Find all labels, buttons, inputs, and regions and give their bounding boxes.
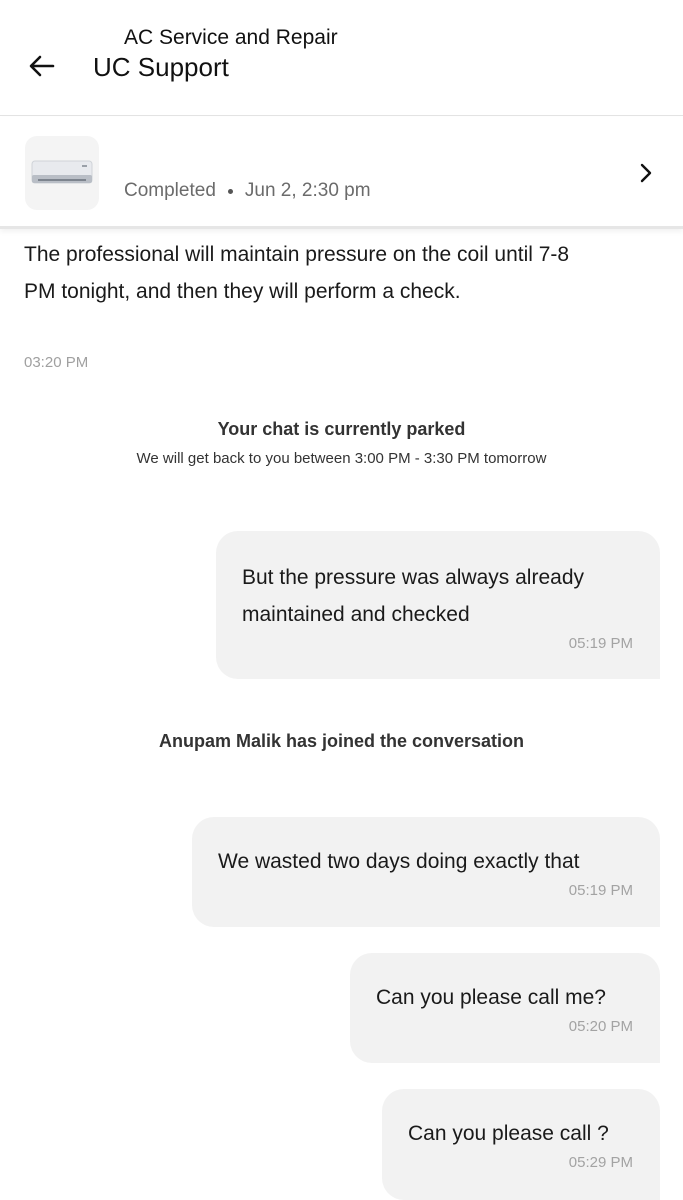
- user-message-bubble: Can you please call ? 05:29 PM: [382, 1089, 660, 1200]
- message-time: 05:20 PM: [568, 1018, 633, 1035]
- booking-card[interactable]: AC Service and Repair Completed Jun 2, 2…: [0, 26, 683, 229]
- user-message-bubble: We wasted two days doing exactly that 05…: [192, 817, 660, 927]
- back-button[interactable]: [26, 50, 58, 82]
- message-text: But the pressure was always already main…: [242, 566, 584, 626]
- parked-title: Your chat is currently parked: [217, 419, 466, 439]
- message-time: 05:19 PM: [568, 635, 633, 652]
- page-title: UC Support: [93, 52, 229, 82]
- message-time: 05:19 PM: [568, 882, 633, 899]
- booking-title: AC Service and Repair: [124, 26, 338, 49]
- message-time: 05:29 PM: [568, 1154, 633, 1171]
- message-text: We wasted two days doing exactly that: [218, 850, 580, 873]
- parked-notice: Your chat is currently parked We will ge…: [0, 416, 683, 470]
- air-conditioner-image: [25, 136, 99, 210]
- agent-message: The professional will maintain pressure …: [24, 243, 570, 303]
- message-text: Can you please call me?: [376, 986, 606, 1009]
- app-header: UC Support: [0, 0, 683, 116]
- chat-screen: UC Support AC Service and Repair Complet…: [0, 0, 683, 1200]
- message-text: Can you please call ?: [408, 1122, 609, 1145]
- agent-message-time: 03:20 PM: [24, 354, 89, 371]
- chevron-right-icon: [640, 163, 652, 183]
- system-notice: Anupam Malik has joined the conversation: [158, 731, 525, 751]
- parked-subtitle: We will get back to you between 3:00 PM …: [136, 450, 547, 467]
- booking-datetime: Jun 2, 2:30 pm: [244, 180, 371, 201]
- user-message-bubble: Can you please call me? 05:20 PM: [350, 953, 660, 1063]
- separator-dot: [227, 188, 233, 194]
- arrow-left-icon: [29, 55, 55, 77]
- booking-meta: Completed Jun 2, 2:30 pm: [124, 178, 371, 204]
- user-message-bubble: But the pressure was always already main…: [216, 531, 660, 679]
- booking-status: Completed: [124, 180, 216, 201]
